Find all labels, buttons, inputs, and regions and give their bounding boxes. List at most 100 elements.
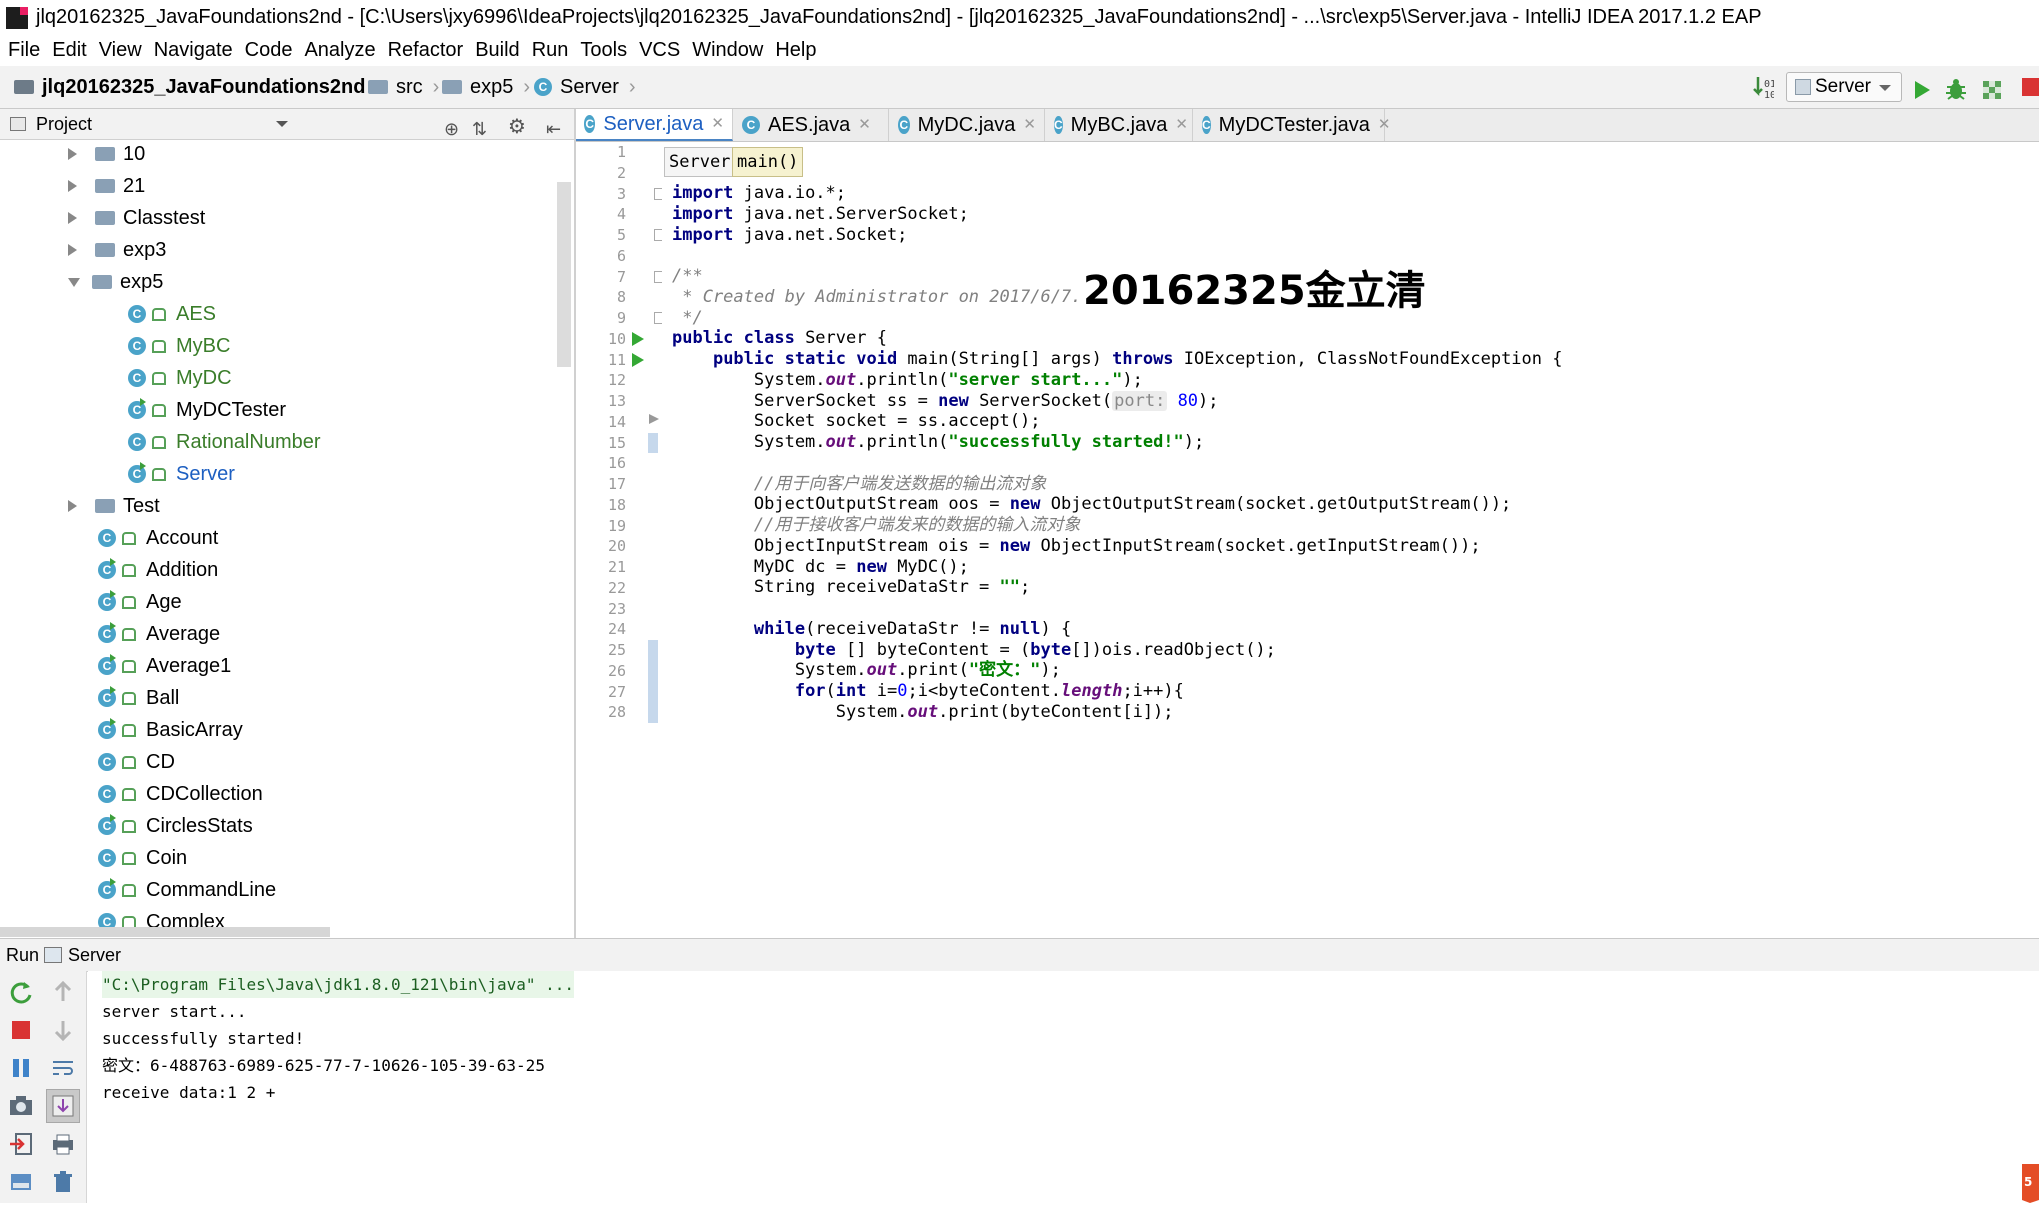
stop-process-icon[interactable] xyxy=(8,1017,34,1043)
run-panel-label[interactable]: Run xyxy=(6,939,39,971)
tree-item-addition[interactable]: C Addition xyxy=(98,554,218,586)
vcs-change-marker[interactable] xyxy=(648,432,658,454)
build-project-icon[interactable]: 01 10 xyxy=(1752,74,1776,101)
run-panel-config[interactable]: Server xyxy=(68,939,121,971)
expand-closed-icon[interactable] xyxy=(68,212,83,224)
window-title: jlq20162325_JavaFoundations2nd - [C:\Use… xyxy=(36,6,1762,28)
menu-file[interactable]: File xyxy=(0,34,46,66)
debug-icon[interactable] xyxy=(1944,75,1968,100)
tree-item-mydc[interactable]: C MyDC xyxy=(128,362,232,394)
access-lock-icon xyxy=(122,723,136,737)
menu-analyze[interactable]: Analyze xyxy=(298,34,381,66)
pause-output-icon[interactable] xyxy=(8,1055,34,1081)
tree-item-ball[interactable]: C Ball xyxy=(98,682,179,714)
view-dropdown-icon[interactable] xyxy=(276,121,288,133)
dump-threads-icon[interactable] xyxy=(8,1093,34,1119)
run-gutter-icon[interactable] xyxy=(630,351,646,374)
editor-tab-server[interactable]: C Server.java ✕ xyxy=(576,109,733,141)
rerun-icon[interactable] xyxy=(8,979,34,1005)
project-panel-title[interactable]: Project xyxy=(36,109,92,139)
tree-item-exp3[interactable]: exp3 xyxy=(68,234,166,266)
access-lock-icon xyxy=(122,691,136,705)
tree-item-mybc[interactable]: C MyBC xyxy=(128,330,230,362)
project-hscrollbar[interactable] xyxy=(0,927,330,937)
stop-icon[interactable] xyxy=(2022,78,2039,96)
close-tab-icon[interactable]: ✕ xyxy=(858,109,871,141)
run-with-coverage-icon[interactable] xyxy=(1980,75,2004,99)
run-configuration-select[interactable]: Server xyxy=(1786,72,1902,102)
tree-item-rationalnumber[interactable]: C RationalNumber xyxy=(128,426,321,458)
access-lock-icon xyxy=(122,755,136,769)
tree-item-circlesstats[interactable]: C CirclesStats xyxy=(98,810,253,842)
editor-tab-aes[interactable]: C AES.java ✕ xyxy=(734,109,889,141)
tree-item-10[interactable]: 10 xyxy=(68,140,145,170)
tree-item-21[interactable]: 21 xyxy=(68,170,145,202)
tree-item-commandline[interactable]: C CommandLine xyxy=(98,874,276,906)
print-icon[interactable] xyxy=(50,1131,76,1157)
tree-item-average1[interactable]: C Average1 xyxy=(98,650,231,682)
close-tab-icon[interactable]: ✕ xyxy=(711,108,724,140)
package-folder-icon xyxy=(95,179,115,193)
tree-item-age[interactable]: C Age xyxy=(98,586,182,618)
breadcrumb-project[interactable]: jlq20162325_JavaFoundations2nd › xyxy=(14,66,382,108)
scroll-to-end-icon[interactable] xyxy=(46,1089,80,1123)
tree-item-test[interactable]: Test xyxy=(68,490,160,522)
breadcrumb-package[interactable]: exp5 › xyxy=(442,66,530,108)
expand-closed-icon[interactable] xyxy=(68,244,83,256)
menu-edit[interactable]: Edit xyxy=(46,34,92,66)
up-arrow-icon[interactable] xyxy=(50,979,76,1005)
line-number: 19 xyxy=(607,516,626,535)
expand-closed-icon[interactable] xyxy=(68,148,83,160)
gear-icon[interactable]: ⚙ xyxy=(508,112,526,142)
class-icon: C xyxy=(898,116,910,134)
close-tab-icon[interactable]: ✕ xyxy=(1175,109,1188,141)
down-arrow-icon[interactable] xyxy=(50,1017,76,1043)
close-tab-icon[interactable]: ✕ xyxy=(1378,109,1391,141)
breadcrumb-src[interactable]: src › xyxy=(368,66,439,108)
trash-icon[interactable] xyxy=(50,1169,76,1195)
close-tab-icon[interactable]: ✕ xyxy=(1023,109,1036,141)
deleted-lines-marker-icon[interactable] xyxy=(648,412,660,430)
menu-refactor[interactable]: Refactor xyxy=(382,34,470,66)
run-icon[interactable] xyxy=(1910,75,1934,99)
vcs-change-marker[interactable] xyxy=(648,640,658,723)
menu-code[interactable]: Code xyxy=(239,34,299,66)
tree-item-exp5[interactable]: exp5 xyxy=(68,266,163,298)
structure-class[interactable]: Server xyxy=(664,147,736,177)
tree-item-aes[interactable]: C AES xyxy=(128,298,216,330)
exit-icon[interactable] xyxy=(8,1131,34,1157)
menu-run[interactable]: Run xyxy=(526,34,575,66)
expand-closed-icon[interactable] xyxy=(68,180,83,192)
tree-item-account[interactable]: C Account xyxy=(98,522,218,554)
structure-method[interactable]: main() xyxy=(732,147,804,177)
menu-help[interactable]: Help xyxy=(769,34,822,66)
menu-tools[interactable]: Tools xyxy=(574,34,633,66)
project-scrollbar-thumb[interactable] xyxy=(557,182,571,367)
tree-item-average[interactable]: C Average xyxy=(98,618,220,650)
access-lock-icon xyxy=(122,595,136,609)
expand-open-icon[interactable] xyxy=(68,277,80,293)
menu-view[interactable]: View xyxy=(93,34,148,66)
editor-tab-mybc[interactable]: C MyBC.java ✕ xyxy=(1046,109,1193,141)
class-icon: C xyxy=(128,369,146,387)
menu-navigate[interactable]: Navigate xyxy=(148,34,239,66)
editor-tab-mydctester[interactable]: C MyDCTester.java ✕ xyxy=(1194,109,1390,141)
menu-window[interactable]: Window xyxy=(686,34,769,66)
run-gutter-icon[interactable] xyxy=(630,330,646,353)
menu-vcs[interactable]: VCS xyxy=(633,34,686,66)
console-output[interactable]: "C:\Program Files\Java\jdk1.8.0_121\bin\… xyxy=(88,971,2039,1203)
tree-item-cd[interactable]: C CD xyxy=(98,746,175,778)
tree-item-basicarray[interactable]: C BasicArray xyxy=(98,714,243,746)
tree-item-cdcollection[interactable]: C CDCollection xyxy=(98,778,263,810)
tree-item-server[interactable]: C Server xyxy=(128,458,235,490)
menu-build[interactable]: Build xyxy=(469,34,525,66)
tree-item-classtest[interactable]: Classtest xyxy=(68,202,205,234)
editor-tab-mydc[interactable]: C MyDC.java ✕ xyxy=(890,109,1045,141)
expand-closed-icon[interactable] xyxy=(68,500,83,512)
soft-wrap-icon[interactable] xyxy=(50,1055,76,1081)
tree-item-mydctester[interactable]: C MyDCTester xyxy=(128,394,286,426)
breadcrumb-file[interactable]: C Server › xyxy=(534,66,636,108)
line-number: 3 xyxy=(616,184,626,203)
tree-item-coin[interactable]: C Coin xyxy=(98,842,187,874)
layout-icon[interactable] xyxy=(8,1169,34,1195)
